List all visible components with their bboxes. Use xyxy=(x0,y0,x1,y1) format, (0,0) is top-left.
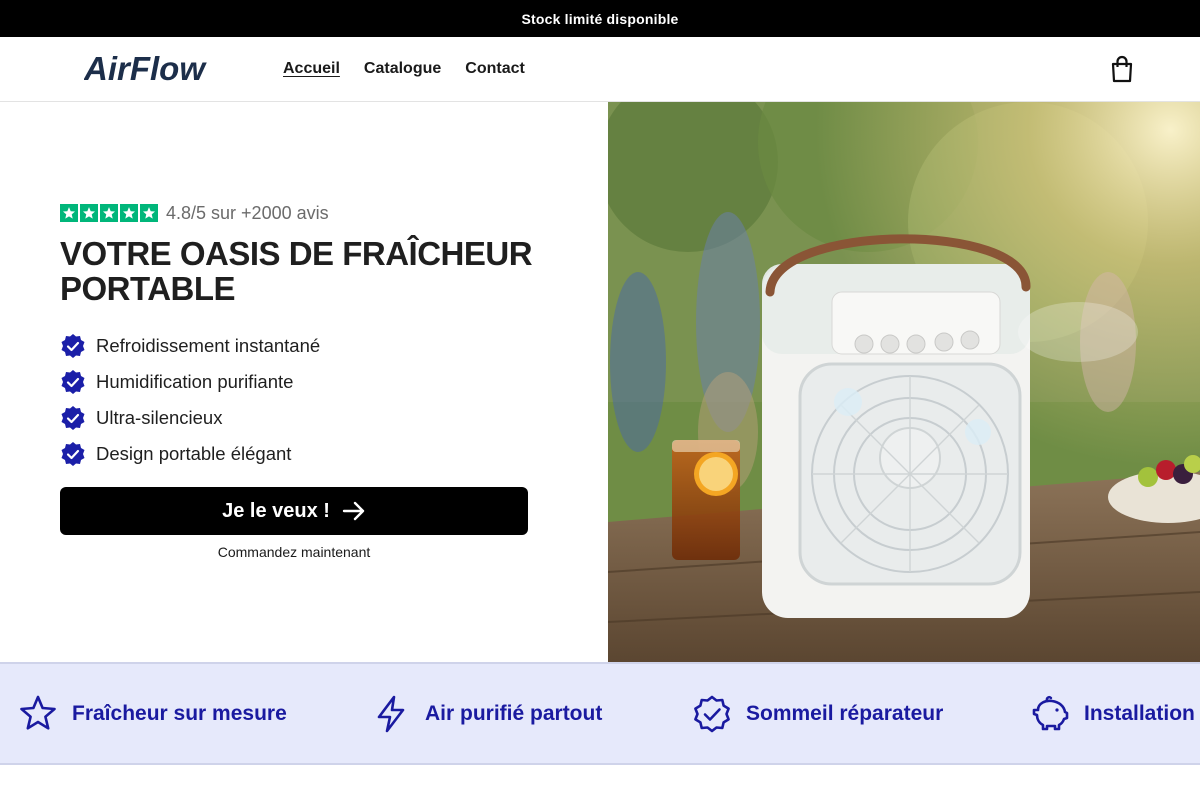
feature-label: Humidification purifiante xyxy=(96,371,294,392)
benefit-label: Sommeil réparateur xyxy=(746,701,944,725)
check-badge-icon xyxy=(61,334,85,358)
svg-text:AirFlow: AirFlow xyxy=(84,50,207,87)
benefit-item: Sommeil réparateur xyxy=(692,664,943,763)
check-badge-icon xyxy=(61,442,85,466)
benefit-item: Installation f xyxy=(1030,664,1200,763)
benefit-item: Air purifié partout xyxy=(371,664,602,763)
benefit-item: Fraîcheur sur mesure xyxy=(18,664,287,763)
feature-item: Humidification purifiante xyxy=(60,364,320,400)
star-icon xyxy=(20,695,56,730)
feature-item: Design portable élégant xyxy=(60,436,320,472)
hero-section: 4.8/5 sur +2000 avis VOTRE OASIS DE FRAÎ… xyxy=(0,102,1200,662)
cta-subtext: Commandez maintenant xyxy=(217,544,371,560)
check-badge-icon xyxy=(694,695,730,732)
brand-logo[interactable]: AirFlow xyxy=(84,49,234,89)
feature-label: Refroidissement instantané xyxy=(96,335,321,356)
hero-content: 4.8/5 sur +2000 avis VOTRE OASIS DE FRAÎ… xyxy=(0,102,608,662)
star-icon xyxy=(60,204,78,222)
piggy-bank-icon xyxy=(1032,695,1069,730)
product-image xyxy=(608,102,1200,662)
feature-list: Refroidissement instantané Humidificatio… xyxy=(60,328,320,472)
cta-label: Je le veux ! xyxy=(222,499,330,522)
benefits-bar: Fraîcheur sur mesure Air purifié partout… xyxy=(0,662,1200,765)
feature-label: Ultra-silencieux xyxy=(96,407,223,428)
star-icon xyxy=(100,204,118,222)
nav-link-catalogue[interactable]: Catalogue xyxy=(364,60,441,78)
star-icon xyxy=(80,204,98,222)
feature-item: Ultra-silencieux xyxy=(60,400,320,436)
lightning-icon xyxy=(377,695,405,732)
benefit-label: Air purifié partout xyxy=(425,701,603,725)
rating-text: 4.8/5 sur +2000 avis xyxy=(166,202,329,223)
rating-stars xyxy=(60,204,158,222)
hero-headline: VOTRE OASIS DE FRAÎCHEUR PORTABLE xyxy=(60,235,533,307)
cart-icon[interactable] xyxy=(1109,55,1135,83)
star-icon xyxy=(120,204,138,222)
main-nav: Accueil Catalogue Contact xyxy=(283,37,525,101)
arrow-right-icon xyxy=(342,501,365,521)
benefit-label: Fraîcheur sur mesure xyxy=(72,701,287,725)
site-header: AirFlow Accueil Catalogue Contact xyxy=(0,37,1200,102)
announcement-bar: Stock limité disponible xyxy=(0,0,1200,37)
check-badge-icon xyxy=(61,370,85,394)
nav-link-contact[interactable]: Contact xyxy=(465,60,525,78)
benefit-label: Installation f xyxy=(1084,701,1200,725)
buy-now-button[interactable]: Je le veux ! xyxy=(60,487,528,535)
announcement-text: Stock limité disponible xyxy=(521,10,679,27)
feature-label: Design portable élégant xyxy=(96,443,292,464)
nav-link-accueil[interactable]: Accueil xyxy=(283,60,340,78)
check-badge-icon xyxy=(61,406,85,430)
rating: 4.8/5 sur +2000 avis xyxy=(60,202,329,224)
feature-item: Refroidissement instantané xyxy=(60,328,320,364)
star-icon xyxy=(140,204,158,222)
